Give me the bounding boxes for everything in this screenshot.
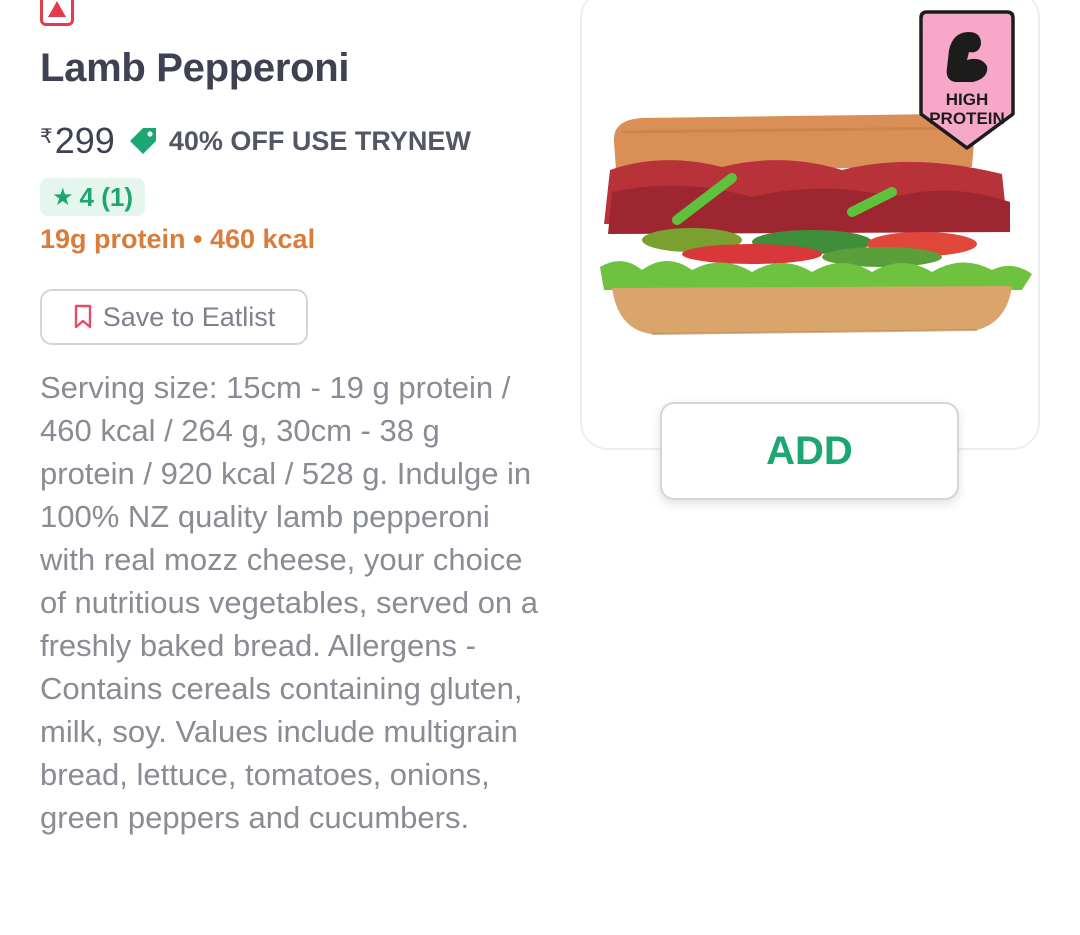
item-price: 299 xyxy=(54,120,115,161)
non-veg-indicator-icon xyxy=(40,0,74,26)
save-to-eatlist-label: Save to Eatlist xyxy=(102,301,276,332)
bookmark-icon xyxy=(74,304,91,329)
price-row: ₹ 299 40% OFF USE TRYNEW xyxy=(40,120,471,162)
rating-text: 4 (1) xyxy=(79,181,133,212)
badge-line-1: HIGH xyxy=(946,90,989,109)
star-icon: ★ xyxy=(52,183,74,211)
item-description: Serving size: 15cm - 19 g protein / 460 … xyxy=(40,370,539,835)
add-button[interactable]: ADD xyxy=(660,402,959,500)
offer-text: 40% OFF USE TRYNEW xyxy=(168,125,471,156)
currency-symbol: ₹ xyxy=(40,126,53,148)
rating-badge: ★ 4 (1) xyxy=(40,178,145,216)
triangle-icon xyxy=(48,1,66,17)
item-title: Lamb Pepperoni xyxy=(40,46,350,90)
nutrition-info: 19g protein • 460 kcal xyxy=(40,224,316,254)
save-to-eatlist-button[interactable]: Save to Eatlist xyxy=(40,289,308,345)
badge-line-2: PROTEIN xyxy=(929,109,1005,128)
high-protein-badge: HIGH PROTEIN xyxy=(919,10,1015,150)
offer-tag-icon xyxy=(129,128,156,154)
